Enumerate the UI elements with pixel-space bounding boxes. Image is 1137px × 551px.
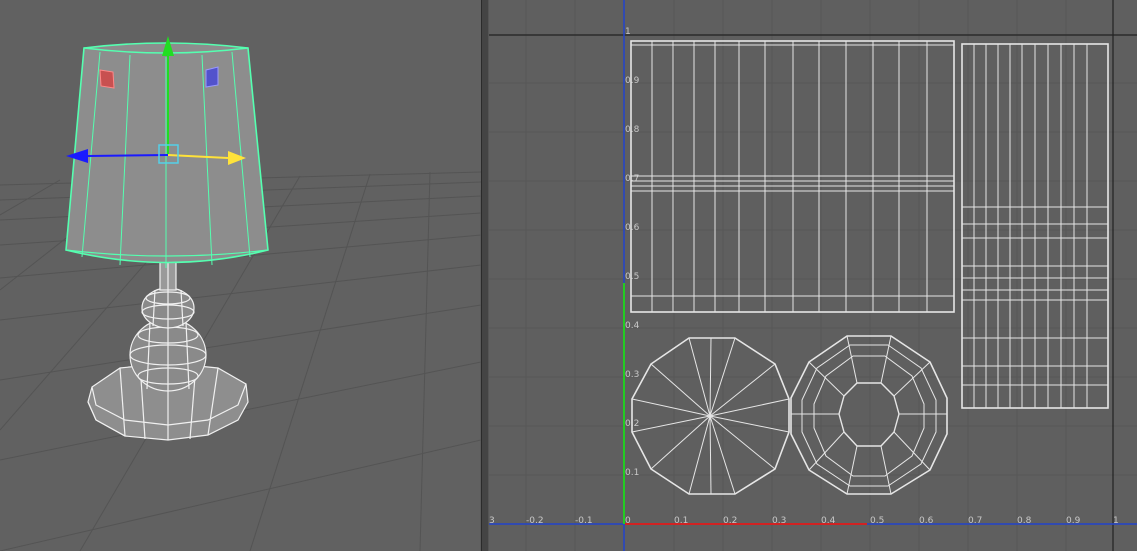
v-tick-label: 0.8 [625,125,640,135]
perspective-viewport[interactable] [0,0,481,551]
lamp-lower-bulb[interactable] [129,318,207,392]
uv-canvas[interactable]: 3 -0.2 -0.1 0 0.1 0.2 0.3 0.4 0.5 0.6 0.… [489,0,1137,551]
v-tick-label: 0.1 [625,468,639,478]
v-tick-label: 0.6 [625,223,640,233]
u-tick-label: 0 [625,516,631,526]
uv-shell-ring[interactable] [790,335,948,495]
v-tick-label: 0.5 [625,272,639,282]
plane-handle-red-icon[interactable] [99,69,115,89]
u-tick-label: -0.1 [575,516,593,526]
lamp-stem[interactable] [159,261,177,291]
uv-shell-stem[interactable] [961,43,1109,409]
plane-handle-blue-icon[interactable] [205,66,219,88]
u-tick-label: 0.1 [674,516,688,526]
u-tick-label: 0.2 [723,516,737,526]
v-tick-label: 0.3 [625,370,639,380]
u-tick-label: 0.6 [919,516,934,526]
uv-grid [489,0,1137,551]
uv-shell-cap[interactable] [631,337,790,495]
v-tick-label: 0.4 [625,321,640,331]
lamp-upper-bulb[interactable] [141,287,195,329]
v-tick-label: 0.9 [625,76,640,86]
u-tick-label: 0.5 [870,516,884,526]
u-tick-label: 0.7 [968,516,982,526]
perspective-canvas[interactable] [0,0,481,551]
pane-splitter[interactable] [481,0,489,551]
move-axis-z[interactable] [87,154,169,157]
uv-shell-shade[interactable] [630,40,955,313]
v-tick-label: 1 [625,27,631,37]
u-tick-label: -0.2 [526,516,544,526]
uv-editor[interactable]: 3 -0.2 -0.1 0 0.1 0.2 0.3 0.4 0.5 0.6 0.… [489,0,1137,551]
u-tick-label: 0.9 [1066,516,1081,526]
u-tick-label: 0.8 [1017,516,1032,526]
u-tick-label: 1 [1113,516,1119,526]
u-tick-label: 0.3 [772,516,786,526]
u-tick-label: 0.4 [821,516,836,526]
u-tick-label: 3 [489,516,495,526]
maya-workspace: 3 -0.2 -0.1 0 0.1 0.2 0.3 0.4 0.5 0.6 0.… [0,0,1137,551]
